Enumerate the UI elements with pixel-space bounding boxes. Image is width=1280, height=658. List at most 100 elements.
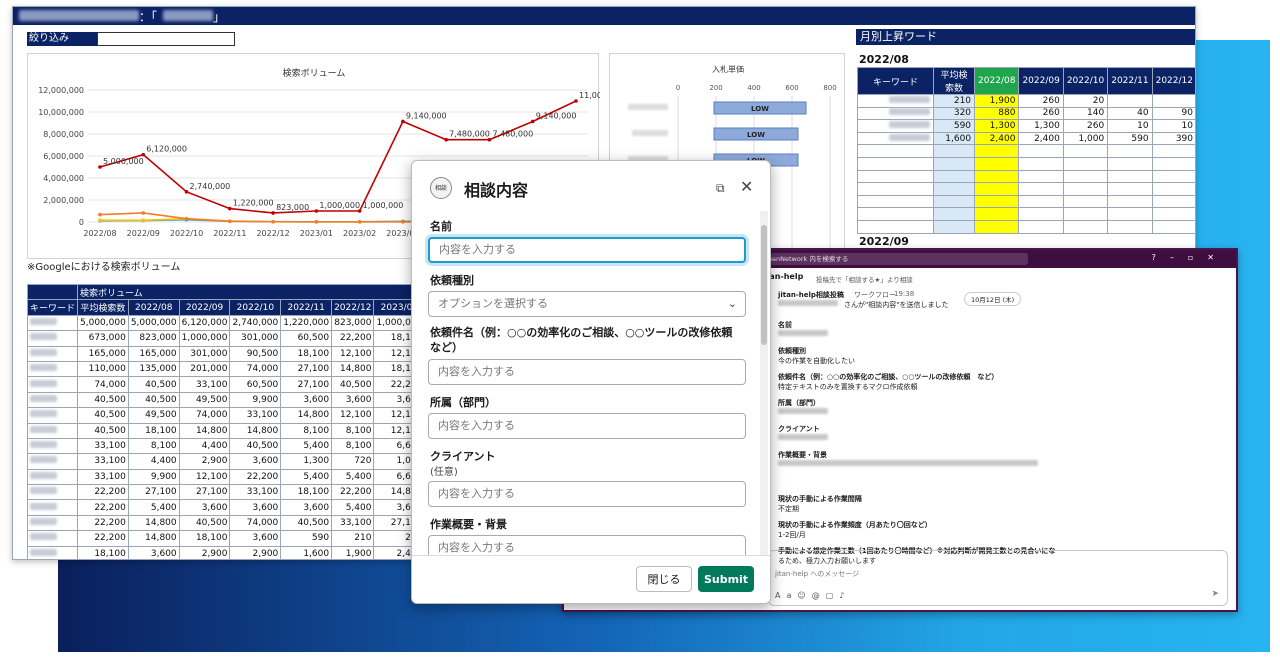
department-input[interactable]: 内容を入力する [428, 413, 746, 439]
send-icon[interactable]: ➤ [1211, 589, 1219, 599]
field-value [778, 330, 828, 338]
monthly-keyword-cell [857, 131, 934, 146]
monthly-cell [1018, 144, 1064, 158]
table-cell: 165,000 [127, 345, 180, 362]
table-cell: 14,800 [127, 530, 180, 547]
keyword-cell [26, 314, 79, 332]
copy-icon[interactable]: ⧉ [716, 181, 725, 196]
x-tick-label: 2022/10 [170, 229, 203, 238]
table-cell: 18,100 [280, 345, 333, 362]
slack-search-bar[interactable]: JapanNetwork 内を検索する [748, 253, 1028, 265]
type-select[interactable]: オプションを選択する ⌄ [428, 291, 746, 317]
field-label-name: 名前 [430, 220, 452, 233]
table-cell: 9,900 [229, 391, 282, 409]
monthly-cell [1107, 156, 1153, 171]
app-tag: ワークフロー [854, 291, 896, 299]
monthly-row [857, 182, 1195, 196]
table-cell: 40,500 [280, 514, 333, 532]
subject-input[interactable]: 内容を入力する [428, 359, 746, 385]
data-point [271, 211, 275, 215]
monthly-table-body: 210 1,900 260 20 320 880 260 140 40 90 590 1,300 1,3… [857, 94, 1195, 234]
name-input[interactable]: 内容を入力する [428, 237, 746, 263]
monthly-cell: 40 [1107, 106, 1153, 121]
table-cell: 3,600 [229, 530, 282, 547]
table-cell: 4,400 [178, 437, 231, 455]
scrollbar-thumb[interactable] [761, 225, 767, 345]
monthly-keyword-cell [857, 219, 934, 234]
field-key: 依頼件名（例：○○の効率化のご相談、○○ツールの改修依頼 など） [778, 373, 999, 381]
table-cell: 5,400 [280, 437, 333, 455]
monthly-cell: 1,900 [974, 94, 1020, 108]
overview-input[interactable]: 内容を入力する [428, 535, 746, 555]
table-cell: 40,500 [127, 376, 180, 393]
data-point [184, 216, 189, 221]
table-row: 22,200 27,100 27,100 33,100 18,100 22,200 14,8… [26, 484, 426, 501]
monthly-cell: 880 [974, 106, 1020, 121]
table-cell: 40,500 [229, 437, 282, 455]
monthly-cell [1107, 182, 1153, 196]
bid-bar-label: LOW [747, 131, 765, 139]
table-cell: 5,400 [331, 499, 375, 516]
chevron-down-icon: ⌄ [727, 297, 737, 310]
table-cell: 74,000 [229, 514, 282, 532]
field-value [778, 460, 1038, 468]
close-icon[interactable]: ✕ [740, 177, 753, 196]
data-point [141, 218, 146, 222]
app-name[interactable]: jitan-help相談投稿 [778, 290, 844, 300]
window-controls[interactable]: ?–▫✕ [1152, 253, 1228, 262]
monthly-cell [932, 207, 976, 221]
submit-button[interactable]: Submit [698, 566, 754, 592]
table-cell: 40,500 [178, 514, 231, 532]
monthly-keyword-cell [857, 207, 934, 221]
table-cell: 1,300 [280, 453, 333, 470]
field-value [778, 434, 828, 442]
y-tick-label: 12,000,000 [38, 86, 84, 95]
monthly-cell [1151, 182, 1195, 196]
table-row: 22,200 14,800 40,500 74,000 40,500 33,100 27,1… [26, 514, 426, 532]
column-header: 2022/12 [331, 299, 375, 316]
monthly-cell [1018, 182, 1064, 196]
monthly-column-header: 平均検索数 [932, 67, 976, 95]
field-key: 依頼種別 [778, 347, 806, 355]
table-cell: 2,900 [178, 545, 231, 559]
table-cell: 590 [280, 530, 333, 547]
message-composer[interactable]: jitan-help へのメッセージ Aa☺@▢♪ ➤ [768, 550, 1228, 606]
client-input[interactable]: 内容を入力する [428, 481, 746, 507]
date-pill[interactable]: 10月12日 (木) [964, 292, 1022, 306]
modal-scrollbar[interactable] [760, 211, 768, 555]
table-cell: 33,100 [77, 437, 129, 455]
table-cell: 5,400 [127, 499, 180, 516]
table-cell: 14,800 [331, 360, 375, 378]
table-cell: 823,000 [331, 314, 375, 332]
monthly-keyword-cell [857, 144, 934, 158]
close-button[interactable]: 閉じる [636, 566, 692, 592]
composer-tools[interactable]: Aa☺@▢♪ [775, 591, 850, 600]
monthly-row [857, 156, 1195, 171]
field-key: 所属（部門） [778, 399, 820, 407]
table-cell: 14,800 [229, 422, 282, 439]
monthly-row [857, 219, 1195, 234]
chart-note: ※Googleにおける検索ボリューム [27, 262, 181, 273]
keyword-cell [26, 376, 79, 393]
monthly-cell: 1,300 [1018, 119, 1064, 133]
field-value: 不定期 [778, 505, 799, 513]
table-cell: 5,000,000 [77, 314, 129, 332]
table-row: 22,20014,80018,1003,600590210210 [26, 530, 426, 547]
monthly-keyword-cell [857, 119, 934, 133]
column-header: 2022/10 [229, 299, 282, 316]
monthly-cell [932, 219, 976, 234]
monthly-cell [974, 194, 1020, 209]
monthly-year-b: 2022/09 [859, 235, 909, 248]
keyword-cell [26, 437, 79, 455]
bid-tick: 400 [747, 84, 760, 92]
table-cell: 60,500 [229, 376, 282, 393]
bid-bar-label: LOW [751, 105, 769, 113]
table-cell: 3,600 [229, 453, 282, 470]
monthly-cell: 1,300 [974, 119, 1020, 133]
bid-tick: 800 [823, 84, 836, 92]
monthly-cell: 2,400 [1018, 131, 1064, 146]
table-cell: 3,600 [331, 391, 375, 409]
keyword-cell [26, 468, 79, 486]
table-group-header: 検索ボリューム [77, 283, 426, 301]
filter-input[interactable] [97, 32, 235, 46]
